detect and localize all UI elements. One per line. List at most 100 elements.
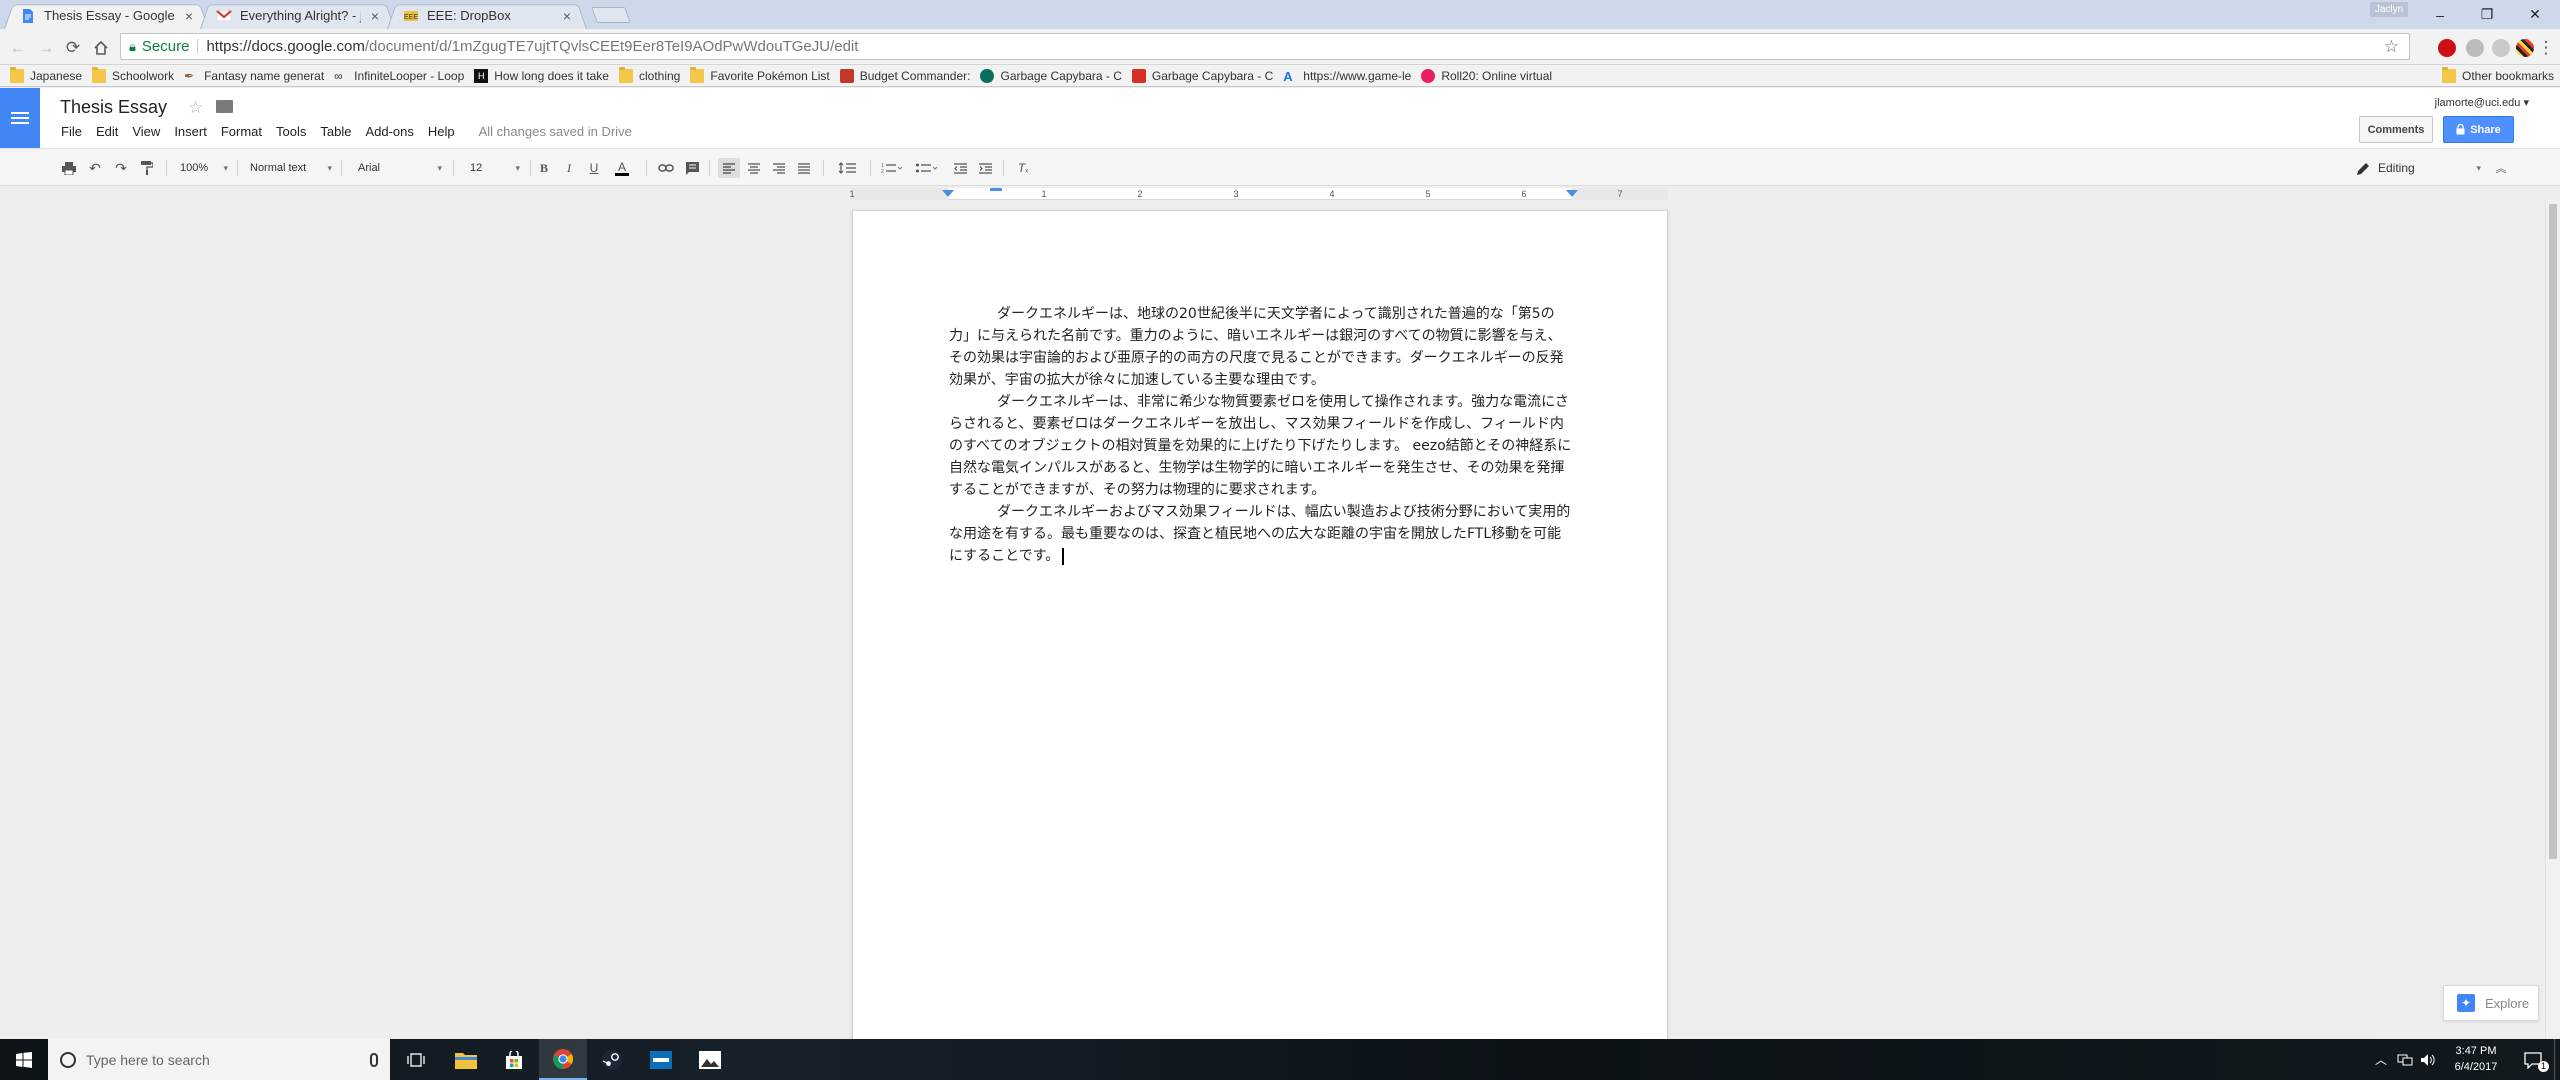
paragraph-last[interactable]: ダークエネルギーおよびマス効果フィールドは、幅広い製造および技術分野において実用… <box>949 501 1573 567</box>
other-bookmarks[interactable]: Other bookmarks <box>2442 66 2554 83</box>
close-tab-icon[interactable]: × <box>559 8 575 24</box>
font-select[interactable]: Arial <box>354 158 444 178</box>
italic-button[interactable]: I <box>560 158 578 178</box>
show-desktop-button[interactable] <box>2554 1039 2560 1080</box>
store-app[interactable] <box>490 1039 538 1080</box>
hide-menus-button[interactable]: ︽ <box>2491 158 2511 178</box>
star-icon[interactable]: ☆ <box>188 98 203 118</box>
opera-extension-icon[interactable] <box>2438 39 2456 57</box>
left-indent-marker-icon[interactable] <box>942 190 954 200</box>
bookmark-infinitelooper[interactable]: ∞ InfiniteLooper - Loop <box>334 69 464 83</box>
decrease-indent-button[interactable] <box>950 158 970 178</box>
bookmark-capybara-1[interactable]: Garbage Capybara - C <box>980 68 1122 83</box>
media-app[interactable] <box>637 1039 685 1080</box>
microphone-icon[interactable] <box>370 1052 378 1067</box>
chrome-app[interactable] <box>539 1039 587 1080</box>
tab-gmail[interactable]: Everything Alright? - jlam × <box>200 2 395 29</box>
close-tab-icon[interactable]: × <box>181 8 197 24</box>
steam-app[interactable] <box>588 1039 636 1080</box>
document-canvas[interactable]: ダークエネルギーは、地球の20世紀後半に天文学者によって識別された普遍的な「第5… <box>0 200 2545 1070</box>
share-button[interactable]: Share <box>2443 116 2514 143</box>
bold-button[interactable]: B <box>535 158 553 178</box>
comments-button[interactable]: Comments <box>2359 116 2433 143</box>
right-indent-marker-icon[interactable] <box>1566 190 1578 200</box>
minimize-button[interactable]: – <box>2417 0 2463 29</box>
bookmark-pokemon[interactable]: Favorite Pokémon List <box>690 66 830 83</box>
menu-format[interactable]: Format <box>221 124 262 139</box>
justify-button[interactable] <box>793 158 815 178</box>
bookmark-budget[interactable]: Budget Commander: <box>839 68 970 83</box>
extension-gray-icon[interactable] <box>2466 39 2484 57</box>
new-tab-button[interactable] <box>591 7 631 23</box>
underline-button[interactable]: U <box>585 158 603 178</box>
folder-icon[interactable] <box>216 100 233 113</box>
menu-insert[interactable]: Insert <box>174 124 207 139</box>
show-hidden-icons[interactable]: ︿ <box>2372 1039 2390 1080</box>
align-center-button[interactable] <box>743 158 765 178</box>
taskbar-search[interactable]: Type here to search <box>48 1039 390 1080</box>
back-button[interactable]: ← <box>7 37 29 59</box>
document-title[interactable]: Thesis Essay <box>60 97 167 118</box>
ruler-left-margin[interactable] <box>852 188 948 200</box>
chrome-menu-button[interactable]: ⋮ <box>2535 37 2557 59</box>
align-left-button[interactable] <box>718 158 740 178</box>
volume-tray[interactable] <box>2418 1039 2438 1080</box>
clear-formatting-button[interactable]: Tₓ <box>1013 158 1033 178</box>
account-email[interactable]: jlamorte@uci.edu ▾ <box>2435 96 2529 109</box>
extension-light-icon[interactable] <box>2492 39 2510 57</box>
action-center-button[interactable]: 1 <box>2518 1039 2550 1080</box>
first-line-indent-marker-icon[interactable] <box>990 188 1002 192</box>
redo-button[interactable]: ↷ <box>112 158 130 178</box>
extension-striped-icon[interactable] <box>2516 39 2534 57</box>
bookmark-schoolwork[interactable]: Schoolwork <box>92 66 174 83</box>
paragraph[interactable]: ダークエネルギーは、地球の20世紀後半に天文学者によって識別された普遍的な「第5… <box>949 303 1573 391</box>
save-status[interactable]: All changes saved in Drive <box>479 124 632 139</box>
numbered-list-button[interactable]: 12 <box>877 158 907 178</box>
close-window-button[interactable]: ✕ <box>2512 0 2558 29</box>
bulleted-list-button[interactable] <box>912 158 942 178</box>
start-button[interactable] <box>0 1039 48 1080</box>
bookmark-capybara-2[interactable]: Garbage Capybara - C <box>1131 68 1273 83</box>
photos-app[interactable] <box>686 1039 734 1080</box>
menu-edit[interactable]: Edit <box>96 124 118 139</box>
paragraph[interactable]: ダークエネルギーは、非常に希少な物質要素ゼロを使用して操作されます。強力な電流に… <box>949 391 1573 501</box>
docs-home-menu-icon[interactable] <box>0 88 40 148</box>
ruler[interactable]: 1 1 2 3 4 5 6 7 <box>849 188 1668 200</box>
task-view-button[interactable] <box>392 1039 440 1080</box>
forward-button[interactable]: → <box>35 37 57 59</box>
menu-view[interactable]: View <box>132 124 160 139</box>
profile-button[interactable]: Jaclyn <box>2370 2 2408 17</box>
document-page[interactable]: ダークエネルギーは、地球の20世紀後半に天文学者によって識別された普遍的な「第5… <box>852 210 1668 1070</box>
tab-thesis-essay[interactable]: Thesis Essay - Google Do × <box>4 2 209 29</box>
editing-mode-select[interactable]: Editing <box>2357 158 2481 178</box>
menu-file[interactable]: File <box>61 124 82 139</box>
file-explorer-app[interactable] <box>442 1039 490 1080</box>
explore-button[interactable]: ✦ Explore <box>2443 985 2539 1021</box>
vertical-scrollbar[interactable] <box>2545 200 2560 1039</box>
zoom-select[interactable]: 100% <box>176 158 230 178</box>
menu-help[interactable]: Help <box>428 124 455 139</box>
bookmark-star-icon[interactable]: ☆ <box>2384 37 2399 57</box>
bookmark-roll20[interactable]: Roll20: Online virtual <box>1421 68 1552 83</box>
bookmark-howlong[interactable]: H How long does it take <box>474 68 609 83</box>
reload-button[interactable]: ⟳ <box>62 37 84 59</box>
text-color-button[interactable]: A <box>608 158 636 178</box>
address-bar[interactable]: 🔒︎ Secure https://docs.google.com/docume… <box>120 33 2410 60</box>
style-select[interactable]: Normal text <box>246 158 334 178</box>
paint-format-button[interactable] <box>138 158 156 178</box>
menu-tools[interactable]: Tools <box>276 124 306 139</box>
font-size-select[interactable]: 12 <box>466 158 522 178</box>
increase-indent-button[interactable] <box>975 158 995 178</box>
scrollbar-thumb[interactable] <box>2549 204 2557 859</box>
restore-button[interactable]: ❐ <box>2464 0 2510 29</box>
home-button[interactable] <box>90 37 112 59</box>
bookmark-japanese[interactable]: Japanese <box>10 66 82 83</box>
network-tray[interactable] <box>2394 1039 2416 1080</box>
insert-link-button[interactable] <box>656 158 676 178</box>
menu-addons[interactable]: Add-ons <box>365 124 413 139</box>
bookmark-clothing[interactable]: clothing <box>618 66 680 83</box>
menu-table[interactable]: Table <box>320 124 351 139</box>
bookmark-game[interactable]: Ahttps://www.game-le <box>1283 69 1411 84</box>
line-spacing-button[interactable] <box>832 158 864 178</box>
bookmark-fantasy-name[interactable]: ✒ Fantasy name generat <box>184 69 324 83</box>
